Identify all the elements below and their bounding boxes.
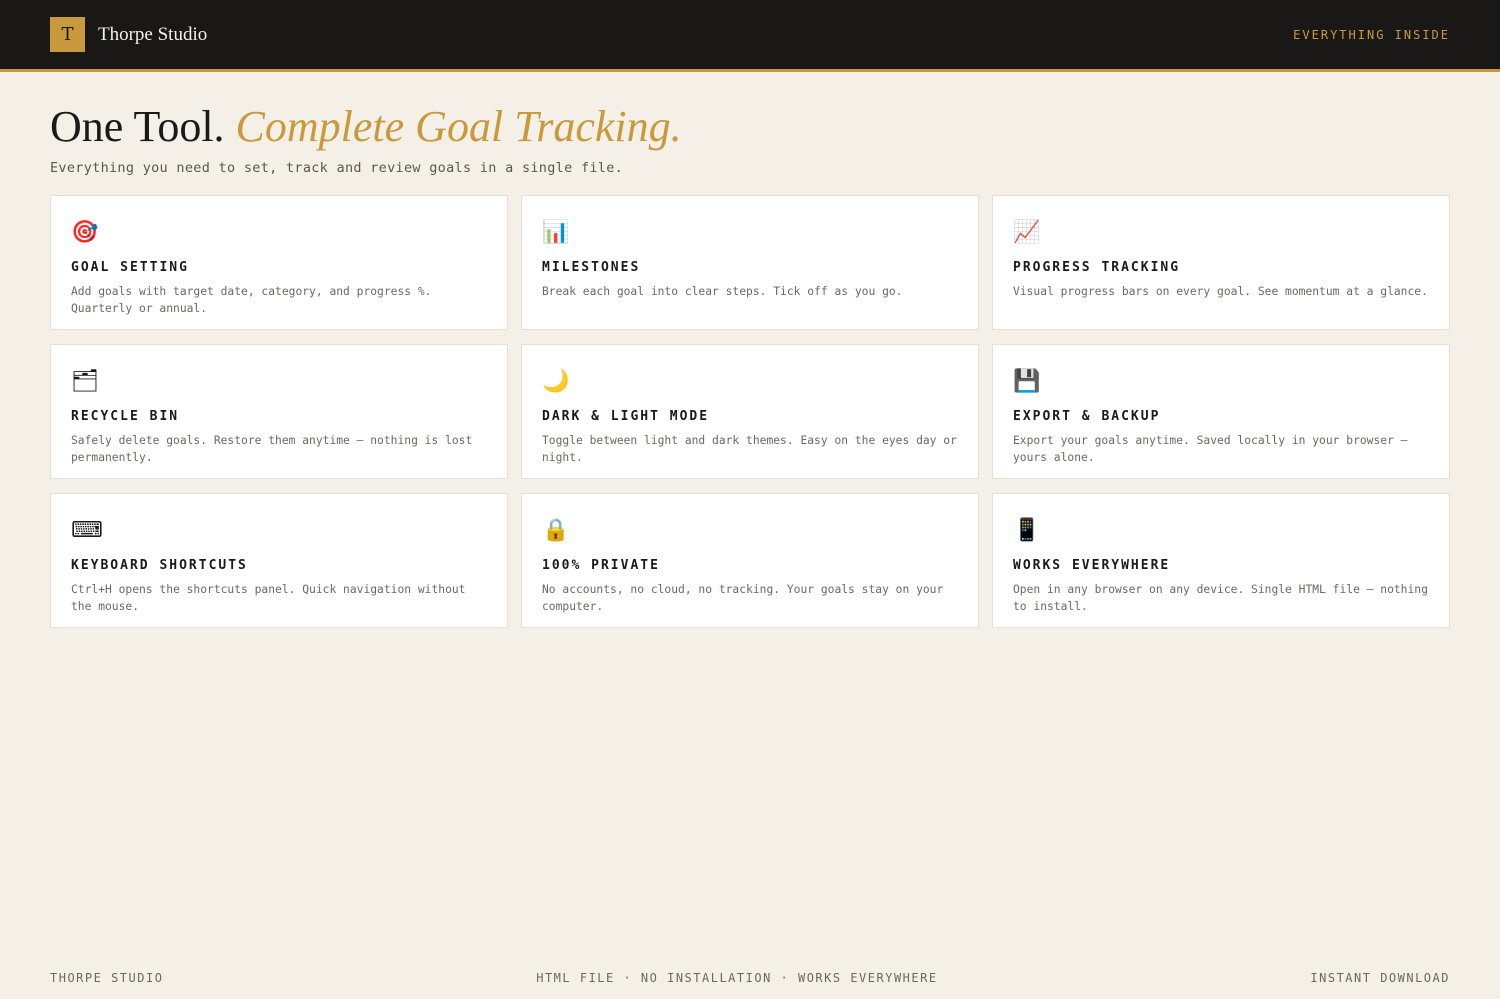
brand-name: Thorpe Studio bbox=[98, 23, 208, 45]
title-accent: Complete Goal Tracking. bbox=[235, 102, 682, 151]
feature-title: WORKS EVERYWHERE bbox=[1013, 558, 1171, 573]
logo-mark: T bbox=[50, 17, 85, 52]
page-subtitle: Everything you need to set, track and re… bbox=[50, 160, 624, 176]
footer-brand: THORPE STUDIO bbox=[50, 971, 164, 985]
lock-icon: 🔒 bbox=[542, 518, 570, 543]
device-icon: 📱 bbox=[1013, 518, 1041, 543]
feature-title: DARK & LIGHT MODE bbox=[542, 409, 710, 424]
feature-description: Safely delete goals. Restore them anytim… bbox=[71, 434, 473, 464]
feature-card: 🌙 DARK & LIGHT MODE Toggle between light a… bbox=[521, 344, 979, 479]
hero: One Tool. Complete Goal Tracking. Everyt… bbox=[50, 104, 1450, 177]
feature-description: Visual progress bars on every goal. See … bbox=[1013, 285, 1428, 298]
header-tagline: EVERYTHING INSIDE bbox=[1293, 27, 1450, 42]
feature-card: 🎯 GOAL SETTING Add goals with target date,… bbox=[50, 195, 508, 330]
feature-card: ⌨ KEYBOARD SHORTCUTS Ctrl+H opens the shor… bbox=[50, 493, 508, 628]
floppy-disk-icon: 💾 bbox=[1013, 369, 1041, 394]
feature-title: GOAL SETTING bbox=[71, 260, 189, 275]
feature-grid: 🎯 GOAL SETTING Add goals with target date,… bbox=[50, 195, 1450, 628]
feature-description: Add goals with target date, category, an… bbox=[71, 285, 432, 315]
feature-card: 🗂 RECYCLE BIN Safely delete goals. Restore… bbox=[50, 344, 508, 479]
feature-title: EXPORT & BACKUP bbox=[1013, 409, 1161, 424]
footer: THORPE STUDIO HTML FILE · NO INSTALLATIO… bbox=[50, 971, 1450, 985]
feature-description: Break each goal into clear steps. Tick o… bbox=[542, 285, 903, 298]
feature-card: 📊 MILESTONES Break each goal into clear st… bbox=[521, 195, 979, 330]
feature-card: 🔒 100% PRIVATE No accounts, no cloud, no t… bbox=[521, 493, 979, 628]
trend-chart-icon: 📈 bbox=[1013, 220, 1041, 245]
feature-title: 100% PRIVATE bbox=[542, 558, 660, 573]
brand[interactable]: T Thorpe Studio bbox=[50, 17, 207, 52]
feature-description: Export your goals anytime. Saved locally… bbox=[1013, 434, 1408, 464]
folder-icon: 🗂 bbox=[71, 369, 99, 394]
feature-description: Ctrl+H opens the shortcuts panel. Quick … bbox=[71, 583, 466, 613]
feature-card: 📱 WORKS EVERYWHERE Open in any browser on … bbox=[992, 493, 1450, 628]
feature-title: KEYBOARD SHORTCUTS bbox=[71, 558, 248, 573]
footer-features: HTML FILE · NO INSTALLATION · WORKS EVER… bbox=[536, 971, 938, 985]
feature-card: 📈 PROGRESS TRACKING Visual progress bars o… bbox=[992, 195, 1450, 330]
moon-icon: 🌙 bbox=[542, 369, 570, 394]
target-icon: 🎯 bbox=[71, 220, 99, 245]
top-bar: T Thorpe Studio EVERYTHING INSIDE bbox=[0, 0, 1500, 72]
keyboard-icon: ⌨ bbox=[71, 518, 103, 543]
feature-title: RECYCLE BIN bbox=[71, 409, 180, 424]
page-title: One Tool. Complete Goal Tracking. bbox=[50, 104, 1450, 150]
footer-download: INSTANT DOWNLOAD bbox=[1310, 971, 1450, 985]
feature-description: No accounts, no cloud, no tracking. Your… bbox=[542, 583, 944, 613]
feature-description: Open in any browser on any device. Singl… bbox=[1013, 583, 1428, 613]
feature-title: PROGRESS TRACKING bbox=[1013, 260, 1181, 275]
bar-chart-icon: 📊 bbox=[542, 220, 570, 245]
feature-title: MILESTONES bbox=[542, 260, 641, 275]
feature-description: Toggle between light and dark themes. Ea… bbox=[542, 434, 957, 464]
feature-card: 💾 EXPORT & BACKUP Export your goals anytim… bbox=[992, 344, 1450, 479]
title-main: One Tool. bbox=[50, 102, 225, 151]
